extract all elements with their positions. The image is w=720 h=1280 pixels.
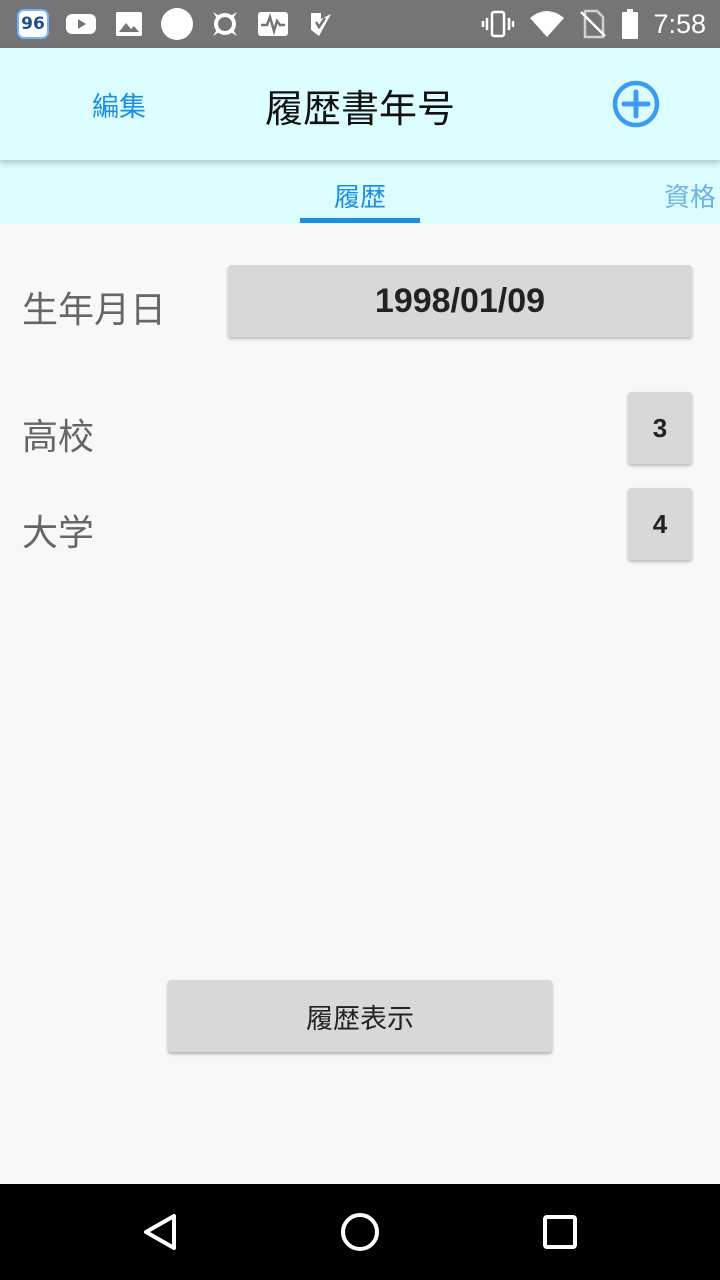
avast-icon xyxy=(208,8,242,40)
no-sim-icon xyxy=(579,9,607,39)
tab-bar: 履歴 資格 xyxy=(0,160,720,224)
check-app-icon xyxy=(304,8,338,40)
home-button[interactable] xyxy=(336,1208,384,1256)
university-label: 大学 xyxy=(22,513,95,554)
status-bar: 96 7:58 xyxy=(0,0,720,48)
back-icon xyxy=(144,1214,176,1250)
nav-bar xyxy=(0,1184,720,1280)
tab-indicator xyxy=(300,218,420,223)
battery-icon xyxy=(621,9,639,39)
badge-96-icon: 96 xyxy=(16,8,50,40)
app-bar: 編集 履歴書年号 xyxy=(0,48,720,160)
circle-icon xyxy=(160,8,194,40)
home-icon xyxy=(341,1213,379,1251)
university-years-button[interactable]: 4 xyxy=(628,488,692,560)
recents-icon xyxy=(543,1215,577,1249)
high-school-years-button[interactable]: 3 xyxy=(628,392,692,464)
birthdate-button[interactable]: 1998/01/09 xyxy=(228,265,692,337)
plus-circle-icon xyxy=(612,80,660,128)
recents-button[interactable] xyxy=(536,1208,584,1256)
vibrate-icon xyxy=(481,10,515,38)
high-school-label: 高校 xyxy=(22,417,95,458)
back-button[interactable] xyxy=(136,1208,184,1256)
tab-qualifications[interactable]: 資格 xyxy=(664,177,716,214)
activity-icon xyxy=(256,8,290,40)
image-icon xyxy=(112,8,146,40)
badge-text: 96 xyxy=(17,9,49,39)
wifi-icon xyxy=(529,10,565,38)
show-history-button[interactable]: 履歴表示 xyxy=(168,980,552,1052)
add-button[interactable] xyxy=(612,80,660,128)
clock: 7:58 xyxy=(653,8,706,39)
birthdate-label: 生年月日 xyxy=(22,290,167,331)
youtube-icon xyxy=(64,8,98,40)
tab-history[interactable]: 履歴 xyxy=(300,177,420,214)
